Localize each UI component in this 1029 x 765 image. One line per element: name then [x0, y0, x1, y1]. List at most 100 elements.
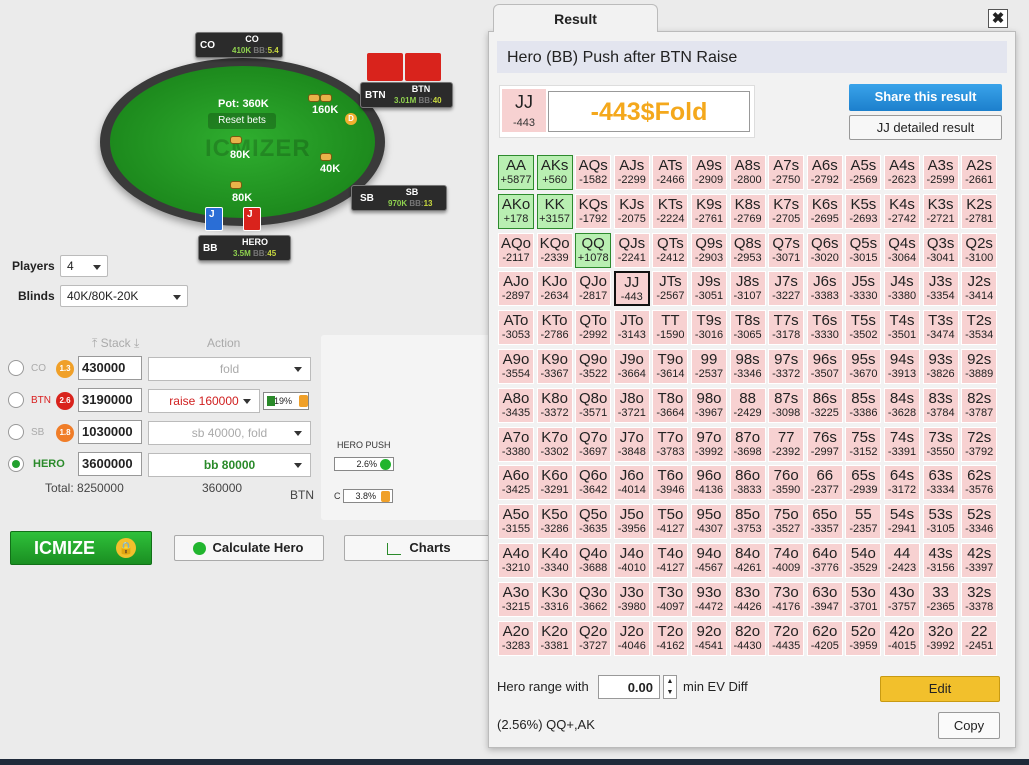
hand-cell[interactable]: Q4s -3064: [884, 232, 920, 268]
hand-cell[interactable]: 88 -2429: [729, 387, 766, 423]
hand-cell[interactable]: A5s -2569: [845, 155, 882, 190]
hand-cell[interactable]: A8s -2800: [729, 155, 766, 190]
hand-cell[interactable]: K3o -3316: [536, 581, 573, 617]
hand-cell[interactable]: Q8o -3571: [575, 387, 612, 423]
action-select-btn[interactable]: raise 160000: [148, 389, 260, 413]
hand-cell[interactable]: 87o -3698: [729, 426, 766, 462]
hand-cell[interactable]: 32s -3378: [961, 581, 998, 617]
hand-cell[interactable]: T8o -3664: [652, 387, 689, 423]
hand-cell[interactable]: J2s -3414: [961, 271, 998, 307]
stack-input-co[interactable]: 430000: [78, 356, 142, 380]
hand-cell[interactable]: J8s -3107: [729, 271, 766, 307]
hand-cell[interactable]: 92s -3889: [961, 349, 998, 384]
calculate-hero-button[interactable]: Calculate Hero: [174, 535, 324, 561]
hand-cell[interactable]: T7s -3178: [768, 310, 805, 346]
hand-cell[interactable]: 43s -3156: [922, 543, 959, 578]
hand-cell[interactable]: Q9o -3522: [575, 349, 612, 384]
radio-sb[interactable]: [8, 424, 24, 440]
hand-cell[interactable]: K7o -3302: [536, 426, 573, 462]
hand-cell[interactable]: Q3s -3041: [922, 232, 959, 268]
hand-cell[interactable]: A9o -3554: [498, 349, 534, 384]
hand-cell[interactable]: KTo -2786: [536, 310, 573, 346]
stack-input-sb[interactable]: 1030000: [78, 420, 142, 444]
hand-cell[interactable]: A7s -2750: [768, 155, 805, 190]
hand-cell[interactable]: 74s -3391: [884, 426, 920, 462]
hand-cell[interactable]: K8s -2769: [729, 193, 766, 229]
hand-cell[interactable]: 82o -4430: [729, 620, 766, 656]
hand-cell[interactable]: T7o -3783: [652, 426, 689, 462]
players-select[interactable]: 4: [60, 255, 108, 277]
hand-cell[interactable]: 97o -3992: [691, 426, 727, 462]
blinds-select[interactable]: 40K/80K-20K: [60, 285, 188, 307]
seat-sb[interactable]: SB SB 970K BB:13: [351, 185, 447, 211]
hand-cell[interactable]: J3o -3980: [613, 581, 650, 617]
hand-cell[interactable]: QJo -2817: [575, 271, 612, 307]
hand-cell[interactable]: K9s -2761: [691, 193, 727, 229]
hand-cell[interactable]: AQs -1582: [575, 155, 612, 190]
hand-cell[interactable]: Q5o -3635: [575, 504, 612, 540]
hand-cell[interactable]: 54s -2941: [884, 504, 920, 540]
btn-range-pct[interactable]: 19%: [263, 392, 309, 410]
hand-cell[interactable]: Q6s -3020: [806, 232, 843, 268]
hand-cell[interactable]: QTs -2412: [652, 232, 689, 268]
hand-cell[interactable]: 65o -3357: [806, 504, 843, 540]
hand-cell[interactable]: A6o -3425: [498, 465, 534, 501]
copy-button[interactable]: Copy: [938, 712, 1000, 739]
hand-cell[interactable]: 87s -3098: [768, 387, 805, 423]
hand-cell[interactable]: 95o -4307: [691, 504, 727, 540]
hand-cell[interactable]: 63o -3947: [806, 581, 843, 617]
call-pct[interactable]: 3.8%: [343, 489, 393, 503]
hand-cell[interactable]: K2o -3381: [536, 620, 573, 656]
hand-cell[interactable]: AQo -2117: [498, 232, 534, 268]
hand-cell[interactable]: 86o -3833: [729, 465, 766, 501]
hand-cell[interactable]: 32o -3992: [922, 620, 959, 656]
edit-button[interactable]: Edit: [880, 676, 1000, 702]
hero-push-pct[interactable]: 2.6%: [334, 457, 394, 471]
action-select-sb[interactable]: sb 40000, fold: [148, 421, 311, 445]
hand-cell[interactable]: 99 -2537: [691, 349, 727, 384]
hand-cell[interactable]: 55 -2357: [845, 504, 882, 540]
hand-cell[interactable]: 42o -4015: [884, 620, 920, 656]
hand-cell[interactable]: A7o -3380: [498, 426, 534, 462]
hand-cell[interactable]: AA +5877: [498, 155, 534, 190]
hand-cell[interactable]: K3s -2721: [922, 193, 959, 229]
close-icon[interactable]: ✖: [988, 9, 1008, 28]
hand-cell[interactable]: J9o -3664: [613, 349, 650, 384]
hand-cell[interactable]: K7s -2705: [768, 193, 805, 229]
hand-cell[interactable]: ATs -2466: [652, 155, 689, 190]
hand-cell[interactable]: 93o -4472: [691, 581, 727, 617]
hand-cell[interactable]: K8o -3372: [536, 387, 573, 423]
hand-cell[interactable]: QJs -2241: [613, 232, 650, 268]
hand-cell[interactable]: 83o -4426: [729, 581, 766, 617]
hand-cell[interactable]: 22 -2451: [961, 620, 998, 656]
hand-cell[interactable]: T3s -3474: [922, 310, 959, 346]
hand-cell[interactable]: J5o -3956: [613, 504, 650, 540]
radio-btn[interactable]: [8, 392, 24, 408]
min-ev-input[interactable]: 0.00: [598, 675, 660, 699]
hand-cell[interactable]: J3s -3354: [922, 271, 959, 307]
hand-cell[interactable]: 77 -2392: [768, 426, 805, 462]
hand-cell[interactable]: 92o -4541: [691, 620, 727, 656]
hand-cell[interactable]: 76s -2997: [806, 426, 843, 462]
hand-cell[interactable]: T9o -3614: [652, 349, 689, 384]
hand-cell[interactable]: K2s -2781: [961, 193, 998, 229]
hand-cell[interactable]: T2o -4162: [652, 620, 689, 656]
hand-cell[interactable]: 84s -3628: [884, 387, 920, 423]
hand-cell[interactable]: T3o -4097: [652, 581, 689, 617]
hand-cell[interactable]: 85o -3753: [729, 504, 766, 540]
hand-cell[interactable]: J4o -4010: [613, 543, 650, 578]
hand-cell[interactable]: T4o -4127: [652, 543, 689, 578]
hand-cell[interactable]: J4s -3380: [884, 271, 920, 307]
hand-cell[interactable]: J6o -4014: [613, 465, 650, 501]
stack-input-hero[interactable]: 3600000: [78, 452, 142, 476]
action-select-co[interactable]: fold: [148, 357, 311, 381]
hand-cell[interactable]: 72o -4435: [768, 620, 805, 656]
hand-cell[interactable]: AKs +560: [536, 155, 573, 190]
hand-cell[interactable]: K6o -3291: [536, 465, 573, 501]
hand-cell[interactable]: 53s -3105: [922, 504, 959, 540]
spinner-icon[interactable]: ▲ ▼: [663, 675, 677, 699]
hand-cell[interactable]: 96s -3507: [806, 349, 843, 384]
hand-cell[interactable]: K9o -3367: [536, 349, 573, 384]
hand-cell[interactable]: K5s -2693: [845, 193, 882, 229]
hand-cell[interactable]: KK +3157: [536, 193, 573, 229]
